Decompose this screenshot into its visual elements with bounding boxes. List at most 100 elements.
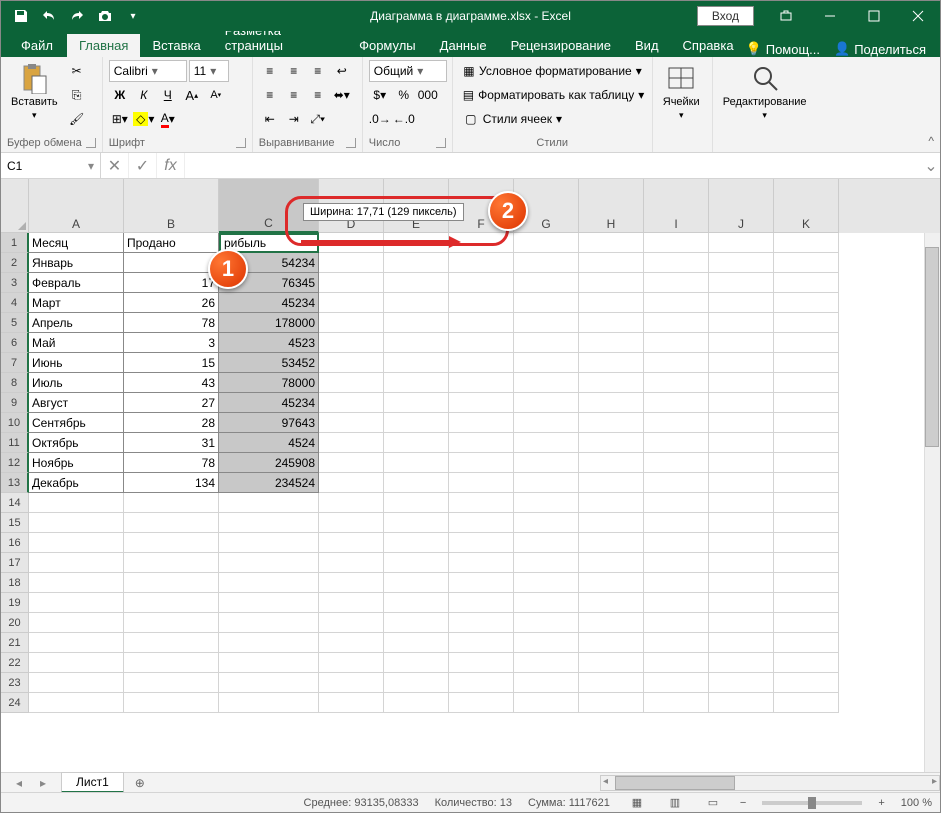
cell[interactable]: Продано — [124, 233, 219, 253]
cell[interactable] — [774, 493, 839, 513]
cell[interactable]: 97643 — [219, 413, 319, 433]
cell[interactable] — [449, 393, 514, 413]
sheet-tab[interactable]: Лист1 — [61, 772, 124, 793]
redo-icon[interactable] — [65, 4, 89, 28]
cell[interactable] — [579, 353, 644, 373]
row-header[interactable]: 19 — [1, 593, 29, 613]
cell[interactable] — [514, 333, 579, 353]
cell[interactable]: Сентябрь — [29, 413, 124, 433]
cell[interactable] — [514, 673, 579, 693]
select-all-button[interactable] — [1, 179, 29, 233]
cell[interactable] — [319, 353, 384, 373]
cell[interactable] — [219, 653, 319, 673]
cell[interactable] — [384, 273, 449, 293]
cell[interactable] — [124, 633, 219, 653]
cell[interactable] — [384, 673, 449, 693]
cell[interactable] — [644, 253, 709, 273]
cell[interactable] — [774, 573, 839, 593]
cell[interactable] — [449, 313, 514, 333]
row-header[interactable]: 18 — [1, 573, 29, 593]
cell[interactable]: 17 — [124, 273, 219, 293]
cell[interactable] — [124, 573, 219, 593]
cell[interactable] — [579, 553, 644, 573]
cancel-formula-icon[interactable]: ✕ — [101, 153, 129, 178]
cell[interactable] — [774, 533, 839, 553]
row-header[interactable]: 12 — [1, 453, 29, 473]
cell[interactable] — [644, 493, 709, 513]
cell[interactable] — [449, 533, 514, 553]
zoom-level[interactable]: 100 % — [901, 797, 932, 809]
cell[interactable] — [579, 633, 644, 653]
cell[interactable]: 3 — [124, 333, 219, 353]
cell[interactable] — [319, 513, 384, 533]
row-header[interactable]: 24 — [1, 693, 29, 713]
sheet-prev-icon[interactable]: ◂ — [16, 776, 22, 790]
cell[interactable] — [449, 633, 514, 653]
cell[interactable] — [774, 433, 839, 453]
indent-increase-icon[interactable]: ⇥ — [283, 108, 305, 130]
row-header[interactable]: 6 — [1, 333, 29, 353]
dialog-launcher-icon[interactable] — [346, 138, 356, 148]
cell[interactable] — [319, 473, 384, 493]
cell[interactable] — [774, 413, 839, 433]
tab-review[interactable]: Рецензирование — [499, 34, 623, 57]
cell[interactable]: Месяц — [29, 233, 124, 253]
cell[interactable] — [319, 253, 384, 273]
undo-icon[interactable] — [37, 4, 61, 28]
cell[interactable] — [449, 413, 514, 433]
cell[interactable] — [709, 693, 774, 713]
cell[interactable] — [384, 393, 449, 413]
cell[interactable]: 4523 — [219, 333, 319, 353]
cell[interactable] — [219, 513, 319, 533]
minimize-icon[interactable] — [808, 1, 852, 31]
cell[interactable] — [709, 373, 774, 393]
editing-button[interactable]: Редактирование ▾ — [719, 60, 811, 147]
cells-button[interactable]: Ячейки ▾ — [659, 60, 704, 147]
cell[interactable] — [319, 653, 384, 673]
cell[interactable] — [774, 473, 839, 493]
cell[interactable] — [709, 273, 774, 293]
cell[interactable] — [644, 593, 709, 613]
cell[interactable] — [579, 333, 644, 353]
tab-help[interactable]: Справка — [671, 34, 746, 57]
cell[interactable] — [384, 493, 449, 513]
cell[interactable] — [124, 693, 219, 713]
cell[interactable] — [219, 553, 319, 573]
underline-button[interactable]: Ч — [157, 84, 179, 106]
cell[interactable] — [449, 253, 514, 273]
cell[interactable] — [514, 513, 579, 533]
cell[interactable] — [579, 533, 644, 553]
cell[interactable] — [449, 453, 514, 473]
cell[interactable] — [644, 313, 709, 333]
cell[interactable]: Май — [29, 333, 124, 353]
cell[interactable] — [774, 593, 839, 613]
cell[interactable] — [29, 533, 124, 553]
dialog-launcher-icon[interactable] — [236, 138, 246, 148]
cell[interactable] — [124, 613, 219, 633]
cell[interactable] — [219, 493, 319, 513]
cell[interactable] — [449, 693, 514, 713]
cell[interactable] — [709, 653, 774, 673]
cell[interactable] — [514, 693, 579, 713]
tab-file[interactable]: Файл — [7, 34, 67, 57]
cell[interactable] — [709, 293, 774, 313]
cell[interactable] — [774, 453, 839, 473]
cell[interactable] — [319, 413, 384, 433]
cell[interactable] — [449, 493, 514, 513]
font-name-combo[interactable]: Calibri▾ — [109, 60, 187, 82]
cell[interactable] — [29, 633, 124, 653]
vertical-scrollbar[interactable] — [924, 233, 940, 772]
cell[interactable] — [644, 353, 709, 373]
cell[interactable] — [644, 573, 709, 593]
cell[interactable] — [579, 293, 644, 313]
cell[interactable] — [644, 473, 709, 493]
cell[interactable] — [449, 273, 514, 293]
cell[interactable] — [384, 233, 449, 253]
column-header[interactable]: B — [124, 179, 219, 233]
cell[interactable] — [774, 293, 839, 313]
cell[interactable] — [774, 653, 839, 673]
cell[interactable] — [514, 553, 579, 573]
login-button[interactable]: Вход — [697, 6, 754, 26]
column-header[interactable]: K — [774, 179, 839, 233]
save-icon[interactable] — [9, 4, 33, 28]
